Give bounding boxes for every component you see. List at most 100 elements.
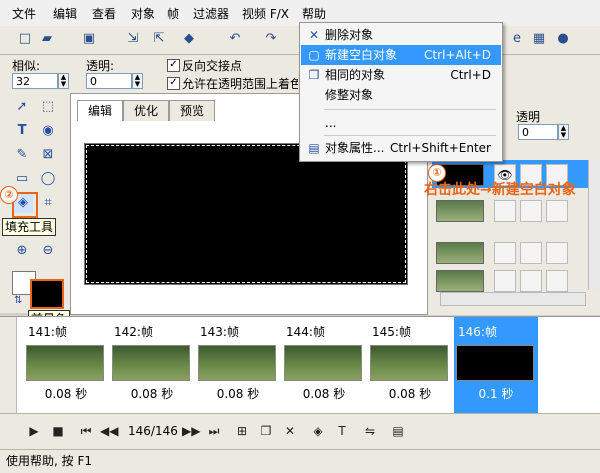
object-thumbnail (436, 242, 484, 264)
play-icon[interactable]: ▶ (26, 423, 42, 439)
object-row[interactable] (432, 238, 588, 266)
visibility-cell[interactable] (494, 270, 516, 292)
frame-strip: 141:帧 0.08 秒 142:帧 0.08 秒 143:帧 0.08 秒 1… (0, 316, 600, 413)
object-thumbnail (436, 200, 484, 222)
text-frame-icon[interactable]: T (334, 423, 350, 439)
copy-frame-icon[interactable]: ❐ (258, 423, 274, 439)
next-frame-icon[interactable]: ▶▶ (182, 423, 200, 439)
frame-thumbnail[interactable]: 145:帧 0.08 秒 (368, 317, 452, 413)
import-icon[interactable]: ⇲ (124, 30, 142, 48)
similarity-label: 相似: (12, 59, 41, 73)
reverse-icon[interactable]: ⇋ (362, 423, 378, 439)
save-icon[interactable]: ▣ (80, 30, 98, 48)
undo-icon[interactable]: ↶ (226, 30, 244, 48)
reverse-contact-checkbox[interactable]: ✓ (167, 59, 180, 72)
menu-item-delete-object[interactable]: ✕ 删除对象 (301, 25, 501, 45)
similarity-field[interactable]: 32 (12, 73, 58, 89)
menu-help[interactable]: 帮助 (302, 5, 326, 22)
tab-optimize[interactable]: 优化 (123, 100, 169, 121)
object-row[interactable] (432, 266, 588, 294)
frame-counter: 146/146 (128, 424, 178, 438)
frame-strip-handle (0, 317, 17, 413)
select-object-icon[interactable]: ⬚ (38, 97, 58, 117)
panel-transparency-field[interactable]: 0 (518, 124, 558, 140)
zoom-in-icon[interactable]: ⊕ (12, 241, 32, 261)
play-tool-icon[interactable]: ◉ (38, 121, 58, 141)
lock-cell[interactable] (520, 200, 542, 222)
properties-cell[interactable] (546, 270, 568, 292)
prev-frame-icon[interactable]: ◀◀ (100, 423, 118, 439)
export-icon[interactable]: ⇱ (150, 30, 168, 48)
new-file-icon[interactable]: □ (16, 30, 34, 48)
panel-vertical-scrollbar[interactable] (588, 160, 600, 290)
frame-thumbnail[interactable]: 142:帧 0.08 秒 (110, 317, 194, 413)
tab-edit[interactable]: 编辑 (77, 100, 123, 121)
frame-image (112, 345, 190, 381)
similarity-spinner[interactable]: ▲ ▼ (58, 73, 69, 89)
tab-preview[interactable]: 预览 (169, 100, 215, 121)
transparency-spinner[interactable]: ▲ ▼ (132, 73, 143, 89)
menu-item-new-blank-object[interactable]: ▢ 新建空白对象 Ctrl+Alt+D (301, 45, 501, 65)
visibility-cell[interactable] (494, 242, 516, 264)
frame-thumbnail-selected[interactable]: 146:帧 0.1 秒 (454, 317, 538, 413)
eraser-tool-icon[interactable]: ▭ (12, 169, 32, 189)
properties-cell[interactable] (546, 242, 568, 264)
last-frame-icon[interactable]: ⏭ (206, 423, 222, 439)
redo-icon[interactable]: ↷ (262, 30, 280, 48)
menu-frame[interactable]: 帧 (167, 5, 179, 22)
first-frame-icon[interactable]: ⏮ (78, 423, 94, 439)
object-row[interactable] (432, 196, 588, 224)
new-object-icon: ▢ (308, 48, 320, 62)
delete-frame-icon[interactable]: ✕ (282, 423, 298, 439)
menu-view[interactable]: 查看 (92, 5, 116, 22)
lock-cell[interactable] (520, 270, 542, 292)
browser-icon[interactable]: e (508, 30, 526, 48)
lock-cell[interactable] (520, 242, 542, 264)
text-tool-icon[interactable]: T (12, 121, 32, 141)
menu-item-object-properties[interactable]: ▤ 对象属性... Ctrl+Shift+Enter (301, 138, 501, 158)
menu-separator (324, 135, 496, 136)
transparency-field[interactable]: 0 (86, 73, 132, 89)
stop-icon[interactable]: ■ (50, 423, 66, 439)
menu-video-fx[interactable]: 视频 F/X (242, 5, 289, 22)
panel-horizontal-scrollbar[interactable] (440, 292, 586, 306)
black-canvas[interactable] (84, 143, 408, 285)
menu-edit[interactable]: 编辑 (53, 5, 77, 22)
frame-thumbnail[interactable]: 144:帧 0.08 秒 (282, 317, 366, 413)
properties-cell[interactable] (546, 200, 568, 222)
music-icon[interactable]: ● (554, 30, 572, 48)
frame-thumbnail[interactable]: 143:帧 0.08 秒 (196, 317, 280, 413)
add-frame-icon[interactable]: ⊞ (234, 423, 250, 439)
frame-image (198, 345, 276, 381)
frame-thumbnail[interactable]: 141:帧 0.08 秒 (24, 317, 108, 413)
menu-item-duplicate-object[interactable]: ❐ 相同的对象 Ctrl+D (301, 65, 501, 85)
brush-tool-icon[interactable]: ✎ (12, 145, 32, 165)
visibility-cell[interactable] (494, 200, 516, 222)
allow-paint-checkbox[interactable]: ✓ (167, 77, 180, 90)
magic-wand-icon[interactable]: ⊠ (38, 145, 58, 165)
frame-image (26, 345, 104, 381)
pointer-tool-icon[interactable]: ➚ (12, 97, 32, 117)
lasso-tool-icon[interactable]: ◯ (38, 169, 58, 189)
duplicate-icon: ❐ (308, 68, 320, 82)
frame-image (456, 345, 534, 381)
reverse-contact-label: 反向交接点 (182, 59, 243, 73)
zoom-out-icon[interactable]: ⊖ (38, 241, 58, 261)
transparency-label: 透明: (86, 59, 115, 73)
frame-properties-icon[interactable]: ▤ (390, 423, 406, 439)
playback-bar: ▶ ■ ⏮ ◀◀ 146/146 ▶▶ ⏭ ⊞ ❐ ✕ ◈ T ⇋ ▤ (0, 413, 600, 450)
crop-tool-icon[interactable]: ⌗ (38, 193, 58, 213)
panel-transparency-spinner[interactable]: ▲ ▼ (558, 124, 569, 140)
open-folder-icon[interactable]: ▰ (38, 30, 56, 48)
menu-object[interactable]: 对象 (131, 5, 155, 22)
foreground-color-swatch[interactable] (30, 279, 64, 309)
allow-paint-label: 允许在透明范围上着色 (182, 77, 298, 91)
menu-item-trim-object[interactable]: 修整对象 (301, 85, 501, 105)
swap-colors-icon[interactable]: ⇅ (14, 295, 22, 306)
menu-file[interactable]: 文件 (12, 5, 36, 22)
tween-icon[interactable]: ◈ (310, 423, 326, 439)
menu-filter[interactable]: 过滤器 (193, 5, 229, 22)
color-tool-icon[interactable]: ◆ (180, 30, 198, 48)
grid-icon[interactable]: ▦ (530, 30, 548, 48)
menu-item-more[interactable]: ... (301, 113, 501, 133)
